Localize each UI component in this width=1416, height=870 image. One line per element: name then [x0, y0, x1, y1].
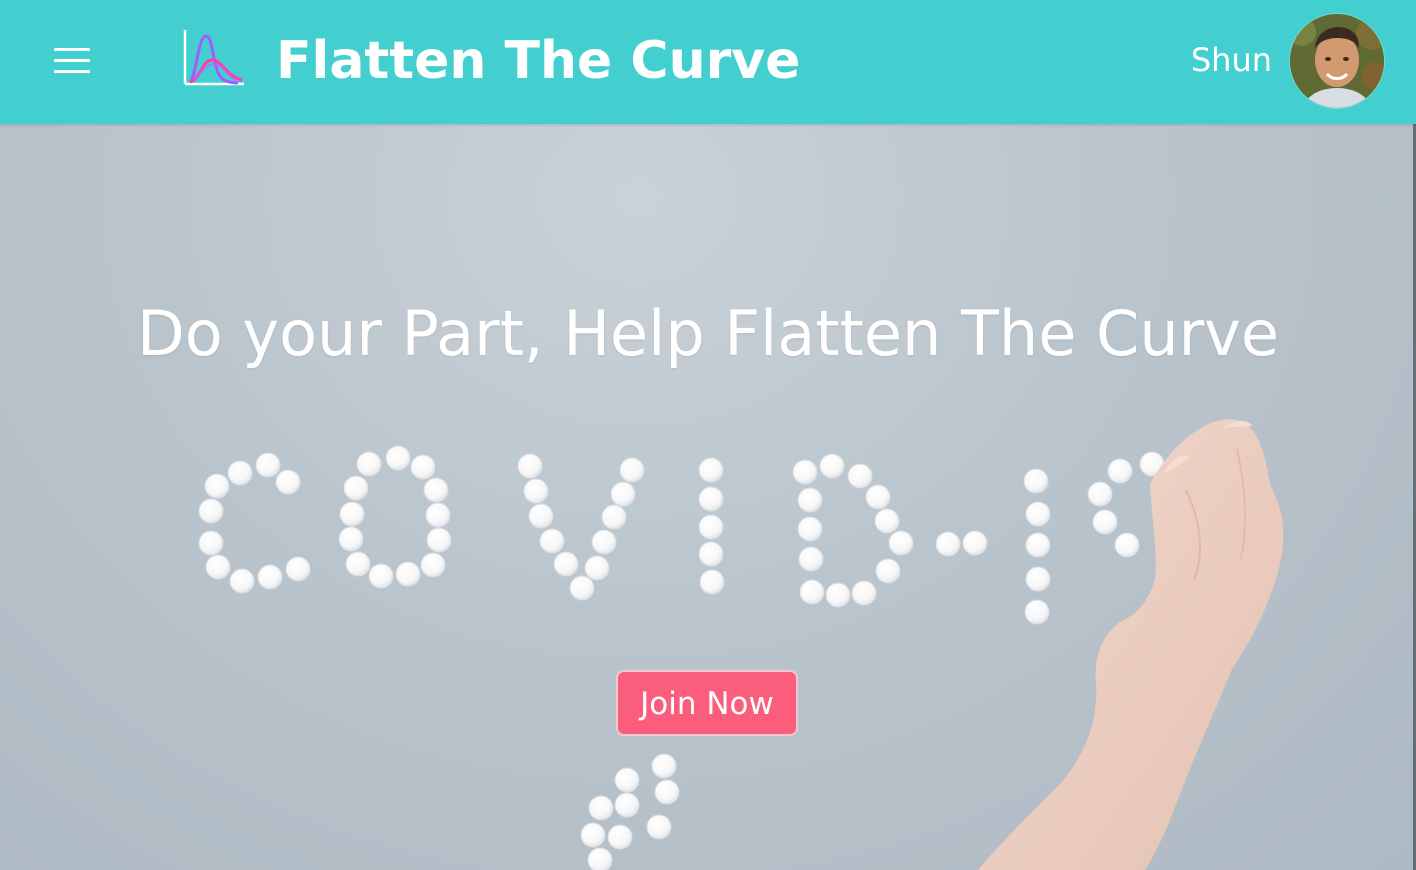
user-name: Shun — [1190, 41, 1272, 79]
avatar-portrait-image — [1290, 14, 1384, 108]
page: Flatten The Curve Shun Do your Part, Hel… — [0, 0, 1416, 870]
top-app-bar: Flatten The Curve Shun — [0, 0, 1416, 124]
join-now-button[interactable]: Join Now — [616, 670, 798, 736]
user-avatar[interactable] — [1290, 14, 1384, 108]
hero-section: Do your Part, Help Flatten The Curve Joi… — [0, 124, 1416, 870]
app-title[interactable]: Flatten The Curve — [276, 30, 800, 92]
curve-chart-logo-icon — [183, 30, 244, 86]
hamburger-menu-icon[interactable] — [50, 44, 94, 78]
hero-title: Do your Part, Help Flatten The Curve — [137, 297, 1279, 370]
covid-19-pills-hand-image — [198, 419, 1284, 870]
